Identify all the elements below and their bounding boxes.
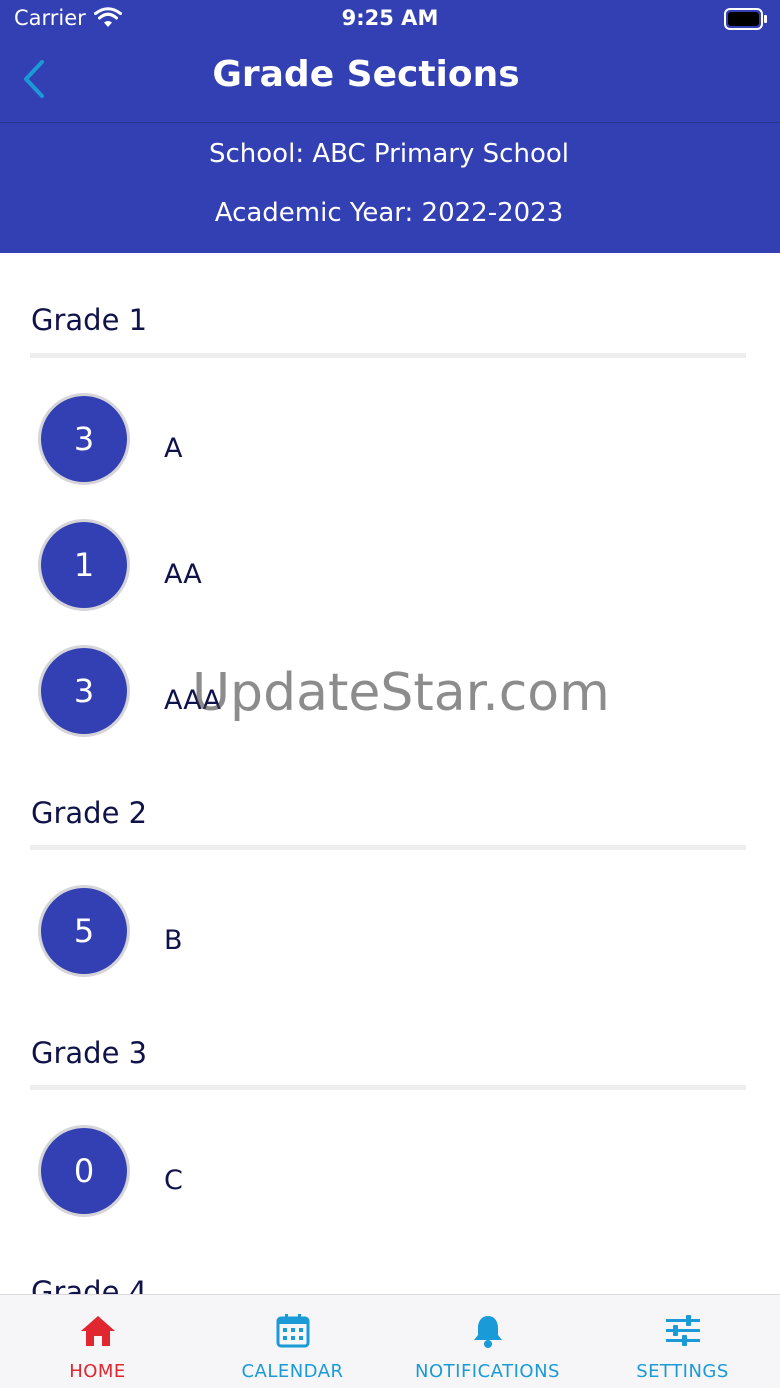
- status-bar: Carrier 9:25 AM: [0, 0, 780, 40]
- student-count-badge: 1: [38, 519, 130, 611]
- sliders-icon: [666, 1315, 700, 1346]
- section-row[interactable]: 1 AA: [38, 519, 738, 619]
- tab-home[interactable]: HOME: [0, 1295, 195, 1388]
- student-count-badge: 3: [38, 393, 130, 485]
- section-name: B: [164, 925, 183, 956]
- section-row[interactable]: 5 B: [38, 885, 738, 985]
- info-panel: School: ABC Primary School Academic Year…: [0, 123, 780, 253]
- academic-year-label: Academic Year: 2022-2023: [214, 198, 564, 228]
- calendar-icon: [276, 1314, 310, 1348]
- tab-label: NOTIFICATIONS: [415, 1361, 560, 1382]
- tab-label: HOME: [69, 1361, 126, 1382]
- grade-sections-list[interactable]: Grade 1 3 A 1 AA 3 AAA Grade 2 5 B Grade…: [0, 253, 780, 1295]
- section-name: AA: [164, 559, 202, 590]
- section-row[interactable]: 3 A: [38, 393, 738, 493]
- tab-notifications[interactable]: NOTIFICATIONS: [390, 1295, 585, 1388]
- bell-icon: [474, 1316, 502, 1348]
- section-row[interactable]: 3 AAA: [38, 645, 738, 745]
- divider: [30, 353, 746, 358]
- divider: [30, 1085, 746, 1090]
- tab-settings[interactable]: SETTINGS: [585, 1295, 780, 1388]
- grade-header: Grade 3: [31, 1036, 148, 1070]
- tab-bar: HOME CALENDAR NOTIFICATIONS SETTINGS: [0, 1294, 780, 1388]
- grade-header: Grade 1: [31, 303, 148, 337]
- battery-icon: [724, 8, 768, 34]
- tab-label: SETTINGS: [636, 1361, 729, 1382]
- grade-header: Grade 4: [31, 1275, 148, 1295]
- divider: [30, 845, 746, 850]
- section-name: AAA: [164, 685, 221, 716]
- home-icon: [81, 1316, 115, 1346]
- page-title: Grade Sections: [212, 54, 520, 95]
- student-count-badge: 5: [38, 885, 130, 977]
- tab-label: CALENDAR: [241, 1361, 344, 1382]
- navigation-bar: Grade Sections: [0, 40, 780, 123]
- school-label: School: ABC Primary School: [209, 139, 569, 169]
- grade-header: Grade 2: [31, 796, 148, 830]
- tab-calendar[interactable]: CALENDAR: [195, 1295, 390, 1388]
- section-name: C: [164, 1165, 183, 1196]
- student-count-badge: 0: [38, 1125, 130, 1217]
- section-name: A: [164, 433, 183, 464]
- section-row[interactable]: 0 C: [38, 1125, 738, 1225]
- status-time: 9:25 AM: [341, 6, 439, 30]
- student-count-badge: 3: [38, 645, 130, 737]
